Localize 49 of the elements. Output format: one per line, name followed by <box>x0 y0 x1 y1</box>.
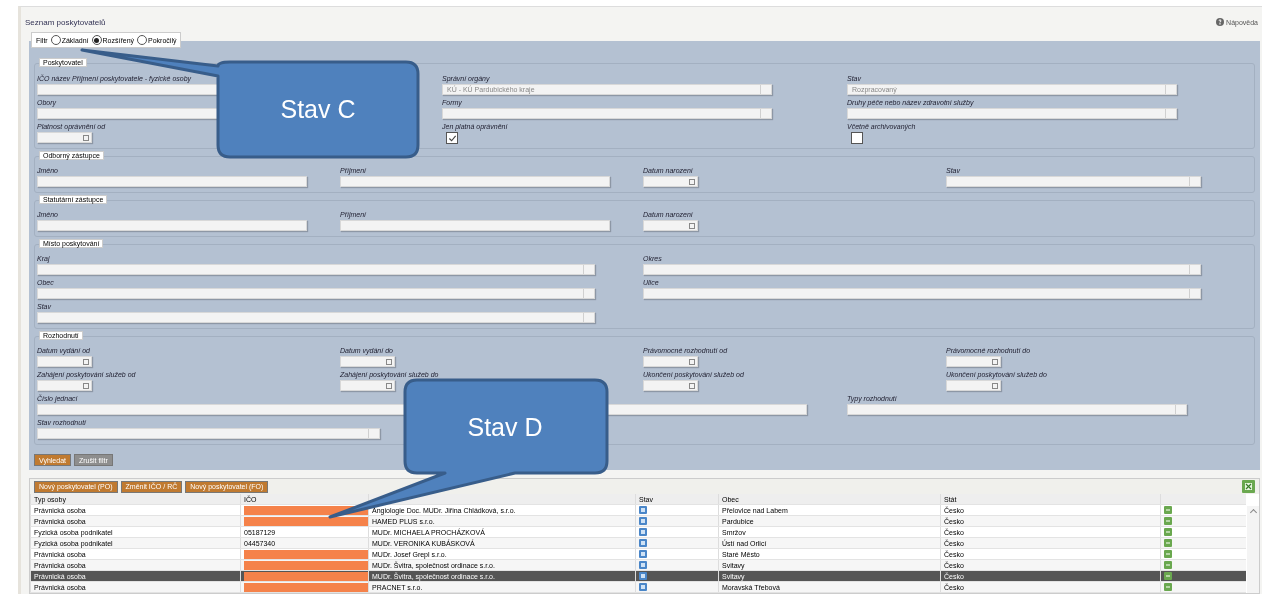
select-field[interactable] <box>946 176 1201 187</box>
text-field[interactable] <box>340 220 610 231</box>
select-field[interactable] <box>442 108 772 119</box>
checkbox[interactable] <box>446 132 458 144</box>
date-field[interactable] <box>946 356 1001 367</box>
detail-icon[interactable] <box>1164 528 1172 536</box>
select-field[interactable] <box>37 288 595 299</box>
select-field[interactable] <box>643 264 1201 275</box>
date-field[interactable] <box>37 132 92 143</box>
date-field[interactable] <box>340 356 395 367</box>
date-field[interactable] <box>340 380 395 391</box>
status-icon <box>639 506 647 514</box>
status-icon <box>639 528 647 536</box>
detail-icon[interactable] <box>1164 583 1172 591</box>
detail-icon[interactable] <box>1164 572 1172 580</box>
status-icon <box>639 583 647 591</box>
select-field[interactable] <box>37 428 380 439</box>
date-field[interactable] <box>37 380 92 391</box>
status-icon <box>639 539 647 547</box>
select-field[interactable] <box>847 108 1177 119</box>
select-field[interactable] <box>37 312 595 323</box>
checkbox[interactable] <box>851 132 863 144</box>
status-icon <box>639 572 647 580</box>
detail-icon[interactable] <box>1164 517 1172 525</box>
text-field[interactable] <box>37 176 307 187</box>
callout-text: Stav D <box>467 413 543 442</box>
select-field[interactable] <box>37 264 595 275</box>
detail-icon[interactable] <box>1164 506 1172 514</box>
detail-icon[interactable] <box>1164 539 1172 547</box>
detail-icon[interactable] <box>1164 561 1172 569</box>
scrollbar[interactable] <box>1247 506 1259 593</box>
date-field[interactable] <box>37 356 92 367</box>
select-field[interactable] <box>643 288 1201 299</box>
date-field[interactable] <box>643 176 698 187</box>
help-icon[interactable] <box>1216 18 1225 26</box>
callout-text: Stav C <box>280 95 356 124</box>
date-field[interactable] <box>643 220 698 231</box>
date-field[interactable] <box>946 380 1001 391</box>
page-title: Seznam poskytovatelů <box>25 17 106 27</box>
status-icon <box>639 561 647 569</box>
text-field[interactable] <box>37 220 307 231</box>
text-field[interactable] <box>340 176 610 187</box>
date-field[interactable] <box>643 380 698 391</box>
detail-icon[interactable] <box>1164 550 1172 558</box>
date-field[interactable] <box>643 356 698 367</box>
select-field[interactable] <box>847 404 1187 415</box>
status-icon <box>639 550 647 558</box>
status-icon <box>639 517 647 525</box>
export-icon[interactable] <box>1242 480 1255 493</box>
